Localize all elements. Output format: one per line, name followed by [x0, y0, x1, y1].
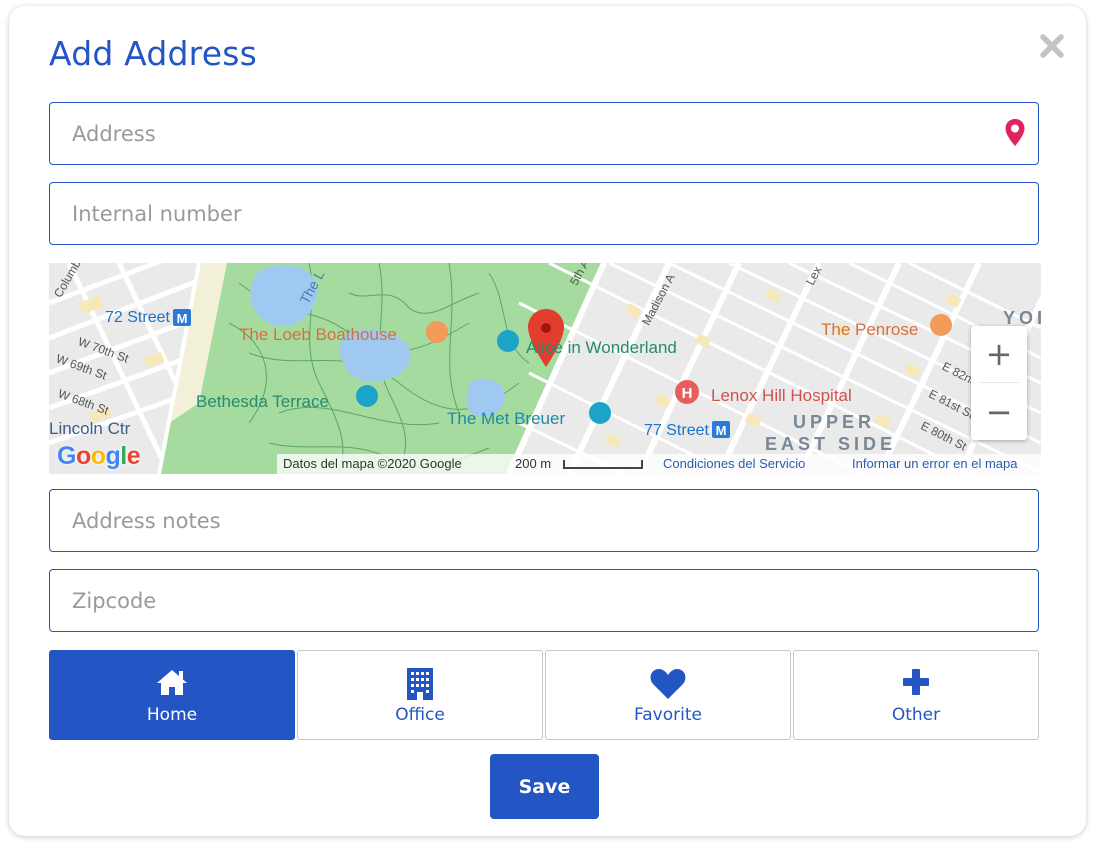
address-notes-field[interactable]	[49, 489, 1039, 552]
address-type-label: Favorite	[634, 705, 702, 725]
home-icon	[157, 670, 187, 695]
zoom-out-button[interactable]: −	[971, 384, 1027, 440]
poi-label: The Met Breuer	[447, 409, 566, 428]
terms-link[interactable]: Condiciones del Servicio	[663, 456, 805, 471]
address-type-home[interactable]: Home	[49, 650, 295, 740]
google-logo: Google	[57, 442, 141, 470]
poi-label: Bethesda Terrace	[196, 392, 329, 411]
transit-label: 77 Street	[644, 422, 709, 439]
map-view[interactable]: M M H Columbus Ave W 70th St W 69th St W…	[49, 263, 1041, 474]
address-type-label: Other	[891, 705, 941, 725]
district-label: EAST SIDE	[765, 434, 897, 454]
map-scale-label: 200 m	[515, 456, 552, 471]
map-pin-icon	[1005, 119, 1025, 146]
svg-text:M: M	[716, 423, 727, 438]
address-type-label: Office	[395, 705, 445, 725]
zoom-in-button[interactable]: +	[971, 326, 1027, 382]
poi-label: Lincoln Ctr	[49, 419, 131, 438]
map-data-credit: Datos del mapa ©2020 Google	[283, 456, 462, 471]
address-input[interactable]	[50, 103, 1038, 164]
district-label: UPPER	[793, 412, 876, 432]
address-notes-input[interactable]	[50, 490, 1038, 551]
add-address-dialog: Add Address Address Internal number M M …	[9, 6, 1086, 836]
svg-text:M: M	[177, 311, 188, 326]
zoom-control: + −	[971, 326, 1027, 440]
save-button[interactable]: Save	[490, 754, 599, 819]
plus-icon	[903, 669, 929, 695]
poi-label: The Penrose	[821, 320, 919, 339]
poi-label: Lenox Hill Hospital	[711, 386, 852, 405]
internal-number-field[interactable]	[49, 182, 1039, 245]
transit-label: 72 Street	[105, 309, 170, 326]
poi-label: Alice in Wonderland	[526, 338, 677, 357]
internal-number-input[interactable]	[50, 183, 1038, 244]
map-attribution: Datos del mapa ©2020 Google 200 m Condic…	[277, 454, 1041, 474]
poi-label: The Loeb Boathouse	[239, 325, 397, 344]
address-type-favorite[interactable]: Favorite	[545, 650, 791, 740]
zipcode-input[interactable]	[50, 570, 1038, 631]
address-type-other[interactable]: Other	[793, 650, 1039, 740]
building-icon	[407, 668, 433, 700]
address-field[interactable]	[49, 102, 1039, 165]
heart-icon	[650, 669, 686, 699]
close-icon[interactable]	[1038, 32, 1066, 60]
svg-text:H: H	[682, 385, 693, 402]
dialog-title: Add Address	[49, 34, 257, 73]
report-error-link[interactable]: Informar un error en el mapa	[852, 456, 1017, 471]
address-type-label: Home	[146, 705, 198, 725]
address-type-office[interactable]: Office	[297, 650, 543, 740]
map-scale-bar	[563, 460, 643, 469]
address-type-selector: Home Office Favorite Other	[49, 650, 1041, 740]
zipcode-field[interactable]	[49, 569, 1039, 632]
